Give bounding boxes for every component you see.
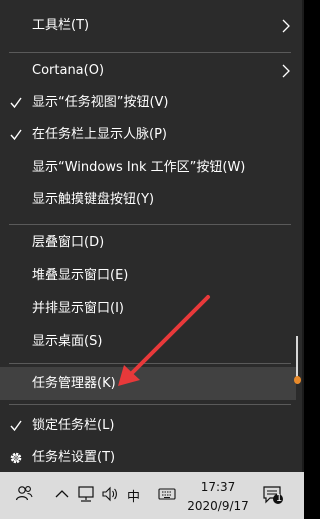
chevron-up-icon[interactable] <box>52 484 72 504</box>
menu-item-label: 在任务栏上显示人脉(P) <box>32 127 167 142</box>
clock-time[interactable]: 17:37 <box>200 480 236 494</box>
menu-separator <box>9 224 291 225</box>
menu-item-task-manager[interactable]: 任务管理器(K) <box>0 367 296 400</box>
menu-item-lock-taskbar[interactable]: 锁定任务栏(L) <box>0 410 296 442</box>
network-icon[interactable] <box>76 484 96 504</box>
notification-count-badge: 1 <box>275 493 283 504</box>
menu-item-cortana[interactable]: Cortana(O) <box>0 55 296 87</box>
menu-item-label: 显示触摸键盘按钮(Y) <box>32 192 155 207</box>
menu-item-show-touch-keyboard[interactable]: 显示触摸键盘按钮(Y) <box>0 184 296 216</box>
scrollbar-thumb[interactable] <box>294 376 301 384</box>
menu-item-label: 工具栏(T) <box>32 18 90 33</box>
menu-item-label: 锁定任务栏(L) <box>32 418 115 433</box>
menu-separator <box>9 52 291 53</box>
menu-item-cascade-windows[interactable]: 层叠窗口(D) <box>0 227 296 259</box>
checkmark-icon <box>9 87 23 119</box>
menu-item-toolbars[interactable]: 工具栏(T) <box>0 10 296 42</box>
menu-item-label: 任务栏设置(T) <box>32 450 116 465</box>
menu-item-label: Cortana(O) <box>32 63 105 78</box>
menu-item-side-by-side[interactable]: 并排显示窗口(I) <box>0 293 296 325</box>
menu-item-label: 层叠窗口(D) <box>32 235 105 250</box>
menu-item-label: 并排显示窗口(I) <box>32 301 124 316</box>
volume-icon[interactable] <box>100 484 120 504</box>
touch-keyboard-icon[interactable] <box>157 484 177 504</box>
clock-date[interactable]: 2020/9/17 <box>187 499 249 513</box>
chevron-right-icon <box>281 10 291 42</box>
menu-item-taskbar-settings[interactable]: 任务栏设置(T) <box>0 442 296 474</box>
menu-item-label: 堆叠显示窗口(E) <box>32 268 129 283</box>
menu-item-label: 显示桌面(S) <box>32 334 103 349</box>
menu-item-label: 任务管理器(K) <box>32 376 116 391</box>
menu-item-label: 显示“Windows Ink 工作区”按钮(W) <box>32 160 246 175</box>
ime-indicator[interactable]: 中 <box>127 486 140 505</box>
menu-separator <box>9 363 291 364</box>
gear-icon <box>9 442 23 474</box>
checkmark-icon <box>9 410 23 442</box>
menu-separator <box>9 404 291 405</box>
menu-item-show-people[interactable]: 在任务栏上显示人脉(P) <box>0 119 296 151</box>
taskbar-context-menu: 工具栏(T) Cortana(O) 显示“任务视图”按钮(V) 在任务栏上显示人… <box>0 0 304 472</box>
people-icon[interactable] <box>14 484 34 504</box>
menu-item-stack-windows[interactable]: 堆叠显示窗口(E) <box>0 260 296 292</box>
menu-item-show-task-view[interactable]: 显示“任务视图”按钮(V) <box>0 87 296 119</box>
taskbar: 中 17:37 2020/9/17 1 <box>0 472 304 519</box>
menu-item-show-desktop[interactable]: 显示桌面(S) <box>0 326 296 358</box>
menu-item-show-windows-ink[interactable]: 显示“Windows Ink 工作区”按钮(W) <box>0 152 296 184</box>
menu-item-label: 显示“任务视图”按钮(V) <box>32 95 169 110</box>
chevron-right-icon <box>281 55 291 87</box>
checkmark-icon <box>9 119 23 151</box>
